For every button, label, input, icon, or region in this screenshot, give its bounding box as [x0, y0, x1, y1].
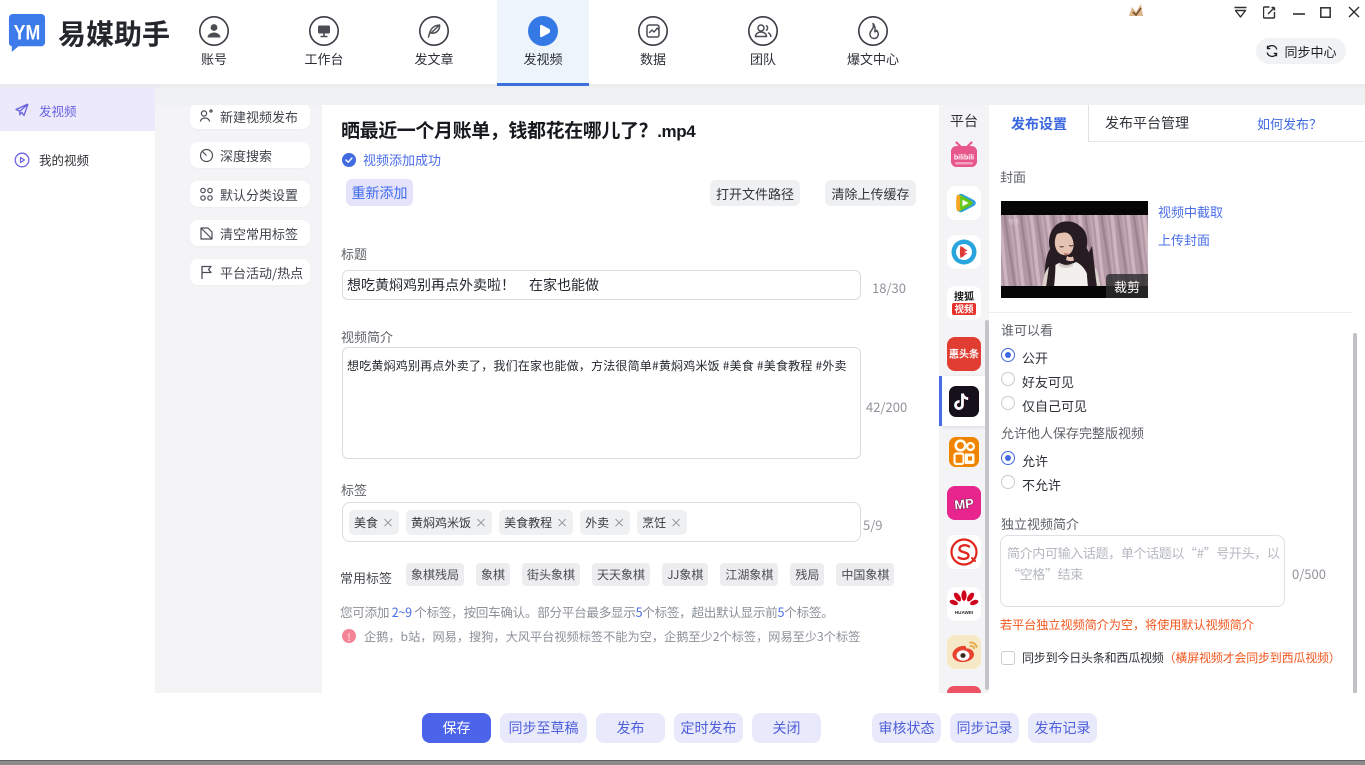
svg-text:快手: 快手 — [1008, 217, 1020, 226]
svg-text:HUAWEI: HUAWEI — [955, 610, 973, 615]
svg-text:惠头条: 惠头条 — [949, 346, 979, 361]
svg-text:视频: 视频 — [954, 302, 974, 316]
svg-text:bilibili: bilibili — [954, 155, 974, 162]
svg-text:YM: YM — [14, 22, 41, 45]
svg-text:MP: MP — [954, 495, 975, 512]
